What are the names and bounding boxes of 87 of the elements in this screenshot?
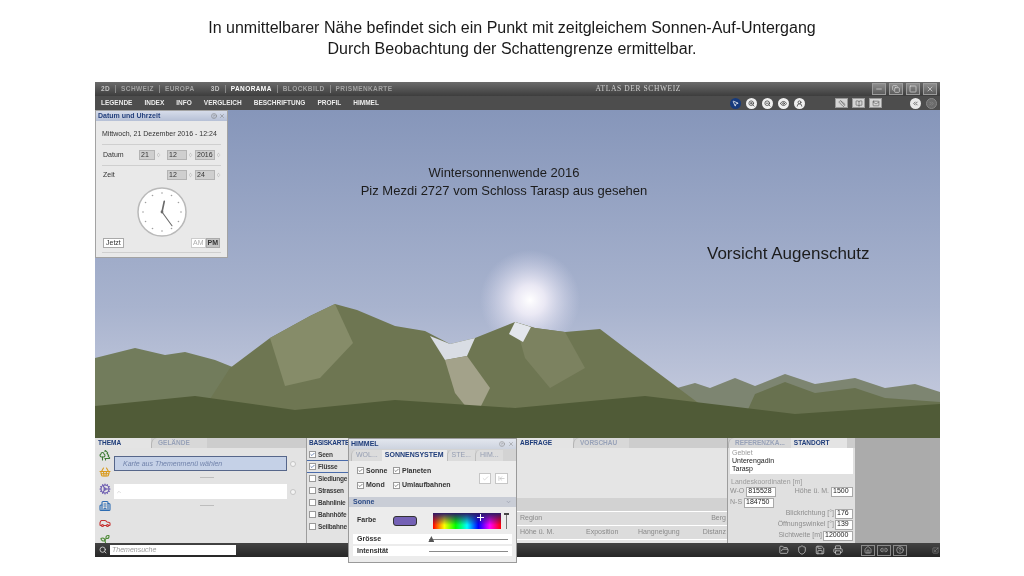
apply-button[interactable]	[479, 472, 491, 484]
close-icon[interactable]	[508, 441, 514, 447]
book-icon	[854, 99, 863, 107]
layer-checkbox[interactable]	[309, 451, 316, 458]
slider-thumb[interactable]	[428, 536, 435, 542]
zoom-in-button[interactable]	[746, 97, 757, 109]
option-checkbox[interactable]	[357, 481, 364, 489]
link-button[interactable]	[877, 544, 891, 556]
zoom-in-icon	[748, 99, 755, 107]
checkmark-icon	[310, 452, 315, 457]
layer-checkbox[interactable]	[309, 511, 316, 518]
double-chevron-left-button[interactable]	[910, 97, 921, 109]
pointer-icon	[732, 99, 739, 107]
double-chevron-left-icon	[912, 99, 919, 107]
layer-checkbox[interactable]	[309, 523, 316, 530]
car-icon[interactable]	[98, 517, 111, 529]
zoom-out-icon	[764, 99, 771, 107]
layer-checkbox[interactable]	[309, 487, 316, 494]
envelope-button[interactable]	[869, 98, 882, 108]
close-button[interactable]	[923, 83, 937, 95]
save-icon[interactable]	[815, 545, 825, 555]
checkmark-icon	[394, 482, 399, 488]
gear-icon[interactable]	[98, 483, 111, 495]
option-checkbox[interactable]	[357, 467, 364, 475]
building-icon[interactable]	[98, 500, 111, 512]
maximize-icon	[909, 85, 917, 93]
book-button[interactable]	[852, 98, 865, 108]
help-icon[interactable]	[211, 113, 217, 119]
envelope-icon	[871, 99, 880, 107]
minimize-button[interactable]	[872, 83, 886, 95]
spinner-arrows-icon[interactable]	[156, 151, 161, 159]
restore-button[interactable]	[889, 83, 903, 95]
view-caption: Wintersonnenwende 2016	[428, 164, 580, 182]
eye-icon	[780, 99, 787, 107]
color-swatch-icon[interactable]	[393, 515, 417, 526]
help-icon	[896, 546, 904, 554]
color-spectrum-picker[interactable]	[433, 512, 501, 529]
crosshair-icon[interactable]	[477, 513, 484, 521]
trees-icon[interactable]	[98, 449, 111, 461]
spinner-arrows-icon[interactable]	[216, 151, 221, 159]
layer-checkbox[interactable]	[309, 475, 316, 482]
folder-icon[interactable]	[779, 545, 789, 555]
spinner-arrows-icon[interactable]	[216, 171, 221, 179]
slide-title-line: In unmittelbarer Nähe befindet sich ein Punkt mit zeitgleichem Sonnen-Auf-Untergang	[208, 18, 816, 38]
spinner-arrows-icon[interactable]	[188, 171, 193, 179]
printer-icon[interactable]	[833, 545, 843, 555]
reset-button[interactable]	[495, 472, 508, 484]
search-icon[interactable]	[99, 546, 107, 554]
close-icon[interactable]	[219, 113, 225, 119]
close-icon	[926, 85, 934, 93]
person-icon	[796, 99, 803, 107]
layer-checkbox[interactable]	[309, 499, 316, 506]
resize-corner-icon[interactable]	[932, 546, 939, 554]
circle-icon[interactable]	[290, 460, 296, 467]
option-checkbox[interactable]	[393, 467, 400, 475]
spinner-arrows-icon[interactable]	[188, 151, 193, 159]
home-button[interactable]	[861, 544, 875, 556]
eye-button[interactable]	[778, 97, 789, 109]
warning-note: Vorsicht Augenschutz	[707, 243, 870, 265]
circle-icon[interactable]	[290, 488, 296, 495]
home-icon	[864, 546, 872, 554]
help-icon[interactable]	[499, 441, 505, 447]
ruler-button[interactable]	[835, 98, 848, 108]
checkmark-icon	[358, 468, 363, 474]
checkmark-icon	[481, 474, 489, 482]
slider-thumb[interactable]	[504, 513, 509, 516]
link-icon	[880, 546, 888, 554]
brightness-slider[interactable]	[504, 512, 509, 529]
person-button[interactable]	[794, 97, 805, 109]
checkmark-icon	[394, 468, 399, 474]
double-chevron-right-icon	[928, 99, 935, 107]
view-caption: Piz Mezdi 2727 vom Schloss Tarasp aus gesehen	[360, 182, 648, 200]
slide-title-line: Durch Beobachtung der Schattengrenze ermittelbar.	[327, 39, 697, 59]
checkmark-icon	[310, 464, 315, 469]
option-checkbox[interactable]	[393, 481, 400, 489]
shield-icon[interactable]	[797, 545, 807, 555]
ruler-icon	[837, 99, 846, 107]
pointer-button[interactable]	[730, 97, 741, 109]
zoom-out-button[interactable]	[762, 97, 773, 109]
analog-clock-drawing	[136, 187, 187, 237]
restore-icon	[892, 85, 900, 93]
layer-checkbox[interactable]	[309, 463, 316, 470]
arrow-to-line-icon	[498, 474, 505, 482]
help-button[interactable]	[893, 544, 907, 556]
basket-icon[interactable]	[98, 466, 111, 478]
checkmark-icon	[358, 482, 363, 488]
minimize-icon	[875, 85, 883, 93]
